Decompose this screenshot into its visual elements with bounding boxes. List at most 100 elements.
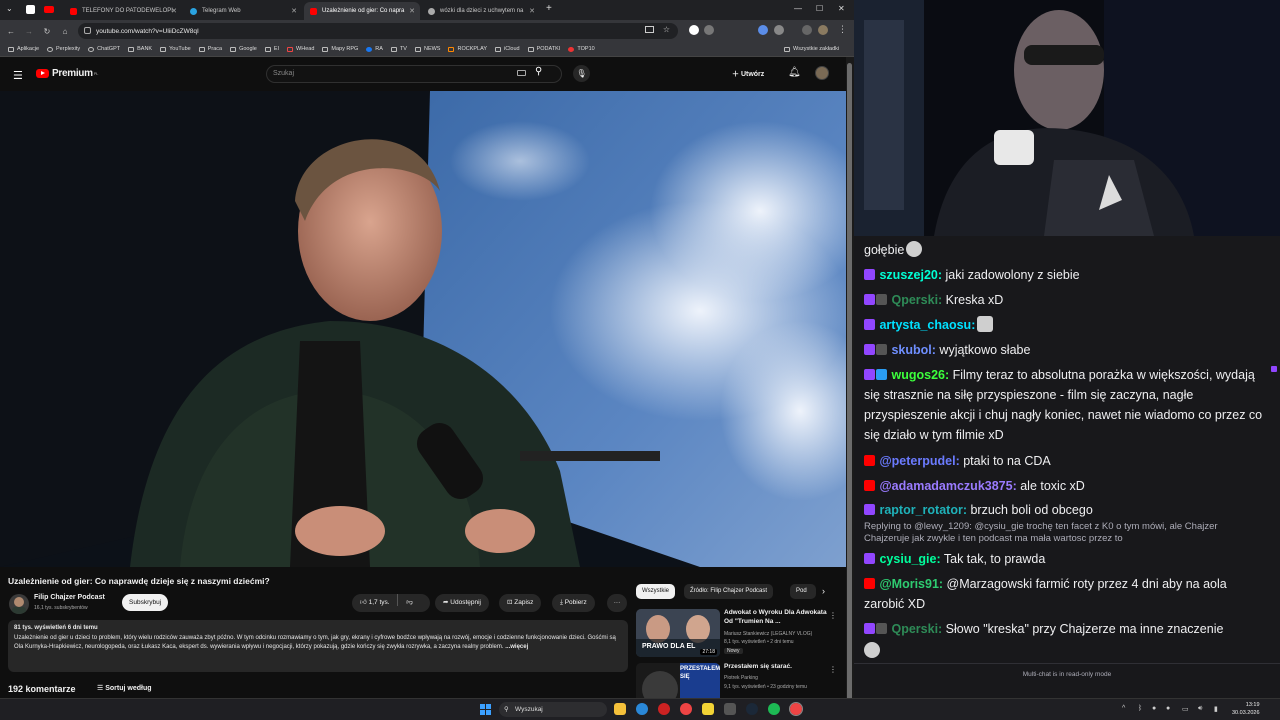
video-thumbnail[interactable]: PRZESTAŁEM SIĘ [636, 663, 720, 698]
tab-search-icon[interactable]: ⌄ [6, 4, 13, 13]
tray-chevron-icon[interactable]: ^ [1122, 705, 1125, 712]
file-explorer-icon[interactable] [614, 703, 626, 715]
download-button[interactable]: ⤓ Pobierz [552, 594, 595, 612]
downloads-icon[interactable] [774, 25, 784, 35]
chat-username[interactable]: @Moris91: [879, 577, 943, 591]
youtube-logo[interactable]: Premium PL [36, 68, 98, 79]
sort-comments-button[interactable]: ☰ Sortuj według [97, 684, 152, 692]
windows-start-icon[interactable] [480, 704, 491, 715]
chat-scroll-indicator[interactable] [1271, 366, 1277, 372]
system-clock[interactable]: 13:19 30.03.2026 [1232, 701, 1260, 717]
account-avatar[interactable] [815, 66, 829, 80]
more-link[interactable]: ...więcej [505, 644, 528, 650]
chat-username[interactable]: Qperski: [891, 622, 942, 636]
close-window-button[interactable]: ✕ [838, 4, 845, 13]
edge-icon[interactable] [636, 703, 648, 715]
chip-more[interactable]: Pod [790, 584, 816, 599]
bookmark-folder[interactable]: Mapy RPG [322, 46, 358, 52]
more-vertical-icon[interactable]: ⋮ [829, 611, 837, 620]
create-button[interactable]: ＋ Utwórz [732, 69, 764, 79]
bookmark-folder[interactable]: Praca [198, 46, 222, 52]
page-scrollbar[interactable] [846, 57, 854, 703]
home-icon[interactable]: ⌂ [58, 27, 72, 36]
bookmark-folder[interactable]: YouTube [160, 46, 191, 52]
share-button[interactable]: ➦ Udostępnij [435, 594, 489, 612]
recommended-title[interactable]: Przestałem się starać. [724, 663, 829, 672]
recommended-channel[interactable]: Piotrek Parking [724, 675, 758, 681]
chevron-right-icon[interactable]: › [822, 586, 825, 596]
chat-username[interactable]: wugos26: [891, 368, 949, 382]
pinned-youtube-tab[interactable] [44, 6, 54, 13]
recommended-title[interactable]: Adwokat o Wyroku Dla Adwokata Od "Trumie… [724, 609, 829, 626]
video-thumbnail[interactable]: PRAWO DLA EL 27:18 [636, 609, 720, 657]
all-bookmarks-folder[interactable]: Wszystkie zakładki [784, 46, 839, 52]
recommended-video[interactable]: PRAWO DLA EL 27:18 Adwokat o Wyroku Dla … [636, 609, 841, 661]
taskbar-search[interactable]: ⚲ Wyszukaj [499, 702, 607, 717]
bookmark-item[interactable]: RA [366, 46, 383, 52]
subscribe-button[interactable]: Subskrybuj [122, 594, 169, 611]
bookmark-item[interactable]: TOP10 [568, 46, 595, 52]
chat-username[interactable]: cysiu_gie: [879, 552, 940, 566]
chat-username[interactable]: @peterpudel: [879, 454, 959, 468]
bluetooth-icon[interactable]: ᛒ [1138, 705, 1142, 712]
tray-app-icon[interactable]: ● [1152, 705, 1156, 712]
bookmark-star-icon[interactable]: ☆ [663, 25, 670, 34]
cast-icon[interactable] [645, 26, 654, 33]
chat-username[interactable]: artysta_chaosu: [879, 318, 975, 332]
chip-source[interactable]: Źródło: Filip Chajzer Podcast [684, 584, 774, 599]
notes-icon[interactable] [702, 703, 714, 715]
channel-name[interactable]: Filip Chajzer Podcast [34, 594, 105, 601]
reload-icon[interactable]: ↻ [40, 27, 54, 36]
extension-icon[interactable] [689, 25, 699, 35]
chat-username[interactable]: @adamadamczuk3875: [879, 479, 1016, 493]
close-tab-icon[interactable]: ✕ [409, 7, 415, 15]
scrollbar-thumb[interactable] [847, 63, 852, 703]
bookmark-item[interactable]: ChatGPT [88, 46, 120, 52]
opera-icon[interactable] [658, 703, 670, 715]
user-avatar-icon[interactable] [818, 25, 828, 35]
bookmark-item[interactable]: Aplikacje [8, 46, 39, 52]
bookmark-folder[interactable]: NEWS [414, 46, 440, 52]
address-bar[interactable]: youtube.com/watch?v=UliiDcZW8qI ☆ [78, 23, 678, 39]
minimize-button[interactable]: — [794, 4, 802, 13]
extensions-puzzle-icon[interactable] [704, 25, 714, 35]
close-tab-icon[interactable]: ✕ [291, 7, 297, 15]
back-icon[interactable]: ← [4, 27, 18, 36]
download-manager-icon[interactable] [724, 703, 736, 715]
search-icon[interactable]: ⚲ [535, 66, 542, 77]
tab-1[interactable]: TELEFONY DO PATODEWELOPI ✕ [64, 2, 182, 20]
chip-all[interactable]: Wszystkie [636, 584, 675, 599]
chrome-active-icon[interactable] [789, 702, 803, 716]
save-button[interactable]: ⊡ Zapisz [499, 594, 542, 612]
steam-icon[interactable] [746, 703, 758, 715]
tray-app-icon[interactable]: ● [1166, 705, 1170, 712]
bookmark-folder[interactable]: Google [230, 46, 257, 52]
recommended-channel[interactable]: Mariusz Stankiewicz (LEGALNY VLOG) [724, 631, 812, 637]
chat-username[interactable]: Qperski: [891, 293, 942, 307]
battery-icon[interactable]: ▮ [1214, 705, 1218, 713]
forward-icon[interactable]: → [22, 27, 36, 36]
bookmark-folder[interactable]: PODATKI [527, 46, 560, 52]
workspace-icon[interactable] [26, 5, 35, 14]
close-tab-icon[interactable]: ✕ [171, 7, 177, 15]
like-button[interactable]: 👍︎ 1,7 tys. [360, 599, 390, 606]
channel-avatar[interactable] [9, 594, 29, 614]
bookmark-folder[interactable]: iCloud [495, 46, 520, 52]
network-icon[interactable]: ▭ [1182, 705, 1189, 713]
dislike-button[interactable]: 👎︎ [406, 599, 413, 606]
spotify-icon[interactable] [768, 703, 780, 715]
chat-username[interactable]: raptor_rotator: [879, 503, 967, 517]
browser-menu-icon[interactable]: ⋮ [838, 24, 847, 35]
more-actions-button[interactable]: ··· [607, 594, 627, 612]
tab-4[interactable]: wózki dla dzieci z uchwytem na ✕ [422, 2, 540, 20]
tab-2[interactable]: Telegram Web ✕ [184, 2, 302, 20]
mic-icon[interactable]: 🎙 [573, 65, 590, 82]
volume-icon[interactable]: 🔊︎ [1198, 705, 1202, 713]
chat-username[interactable]: szuszej20: [879, 268, 942, 282]
bookmark-folder[interactable]: BANK [128, 46, 152, 52]
more-vertical-icon[interactable]: ⋮ [829, 665, 837, 674]
chat-username[interactable]: skubol: [891, 343, 935, 357]
bookmark-item[interactable]: WHead [287, 46, 314, 52]
recommended-video[interactable]: PRZESTAŁEM SIĘ Przestałem się starać. Pi… [636, 663, 841, 698]
bookmark-item[interactable]: ROCKPLAY [448, 46, 487, 52]
